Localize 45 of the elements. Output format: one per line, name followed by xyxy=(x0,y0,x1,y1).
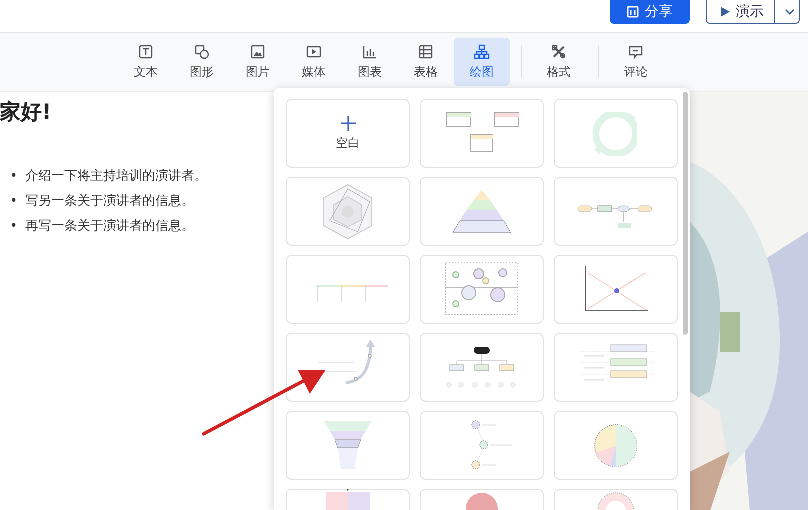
bullet-text: 写另一条关于演讲者的信息。 xyxy=(26,192,195,210)
template-card[interactable]: 空白 xyxy=(286,99,410,168)
text-icon xyxy=(138,44,154,60)
bullet-mark: • xyxy=(10,168,18,186)
toolbar-tab[interactable]: 图形 xyxy=(174,38,230,86)
template-card[interactable] xyxy=(286,333,410,402)
bullet-mark: • xyxy=(10,192,18,210)
cross-chart-drawing xyxy=(585,265,649,312)
bullet-text: 再写一条关于演讲者的信息。 xyxy=(26,218,195,236)
scrollbar[interactable] xyxy=(683,92,688,335)
toolbar-tab[interactable]: 格式 xyxy=(531,38,587,86)
slide-heading: 家好! xyxy=(0,99,52,126)
funnel-drawing xyxy=(323,420,373,470)
toolbar-tab[interactable]: 图表 xyxy=(342,38,398,86)
bar-diagram-drawing xyxy=(325,489,371,510)
template-card[interactable] xyxy=(420,99,544,168)
plus-icon xyxy=(340,116,356,130)
radar-chart-drawing xyxy=(323,184,373,240)
caret-icon[interactable] xyxy=(785,8,795,14)
comment-icon xyxy=(628,44,644,60)
play-icon xyxy=(721,6,730,16)
share-button[interactable]: 分享 xyxy=(610,0,690,24)
toolbar-tab[interactable]: 媒体 xyxy=(286,38,342,86)
org-chart-icon xyxy=(474,44,490,60)
tree-diagram-drawing xyxy=(445,346,517,389)
bar-chart-icon xyxy=(362,44,378,60)
curve-arrow-drawing xyxy=(317,339,376,384)
toolbar-tab[interactable]: 文本 xyxy=(118,38,174,86)
pyramid-drawing xyxy=(452,189,512,234)
pie-chart-drawing xyxy=(594,424,638,468)
toolbar-tab[interactable]: 绘图 xyxy=(454,38,510,86)
tools-icon xyxy=(551,44,567,60)
shapes-icon xyxy=(194,44,210,60)
steps-diagram-drawing xyxy=(471,420,513,470)
share-icon xyxy=(627,6,639,18)
toolbar-tab[interactable]: 表格 xyxy=(398,38,454,86)
toolbar-tab[interactable]: 图片 xyxy=(230,38,286,86)
present-button[interactable]: 演示 xyxy=(706,0,800,24)
table-icon xyxy=(418,44,434,60)
cycle-diagram-drawing xyxy=(593,112,637,156)
toolbar-tab[interactable]: 评论 xyxy=(608,38,664,86)
bullet-mark: • xyxy=(10,218,18,236)
bullet-text: 介绍一下将主持培训的演讲者。 xyxy=(26,168,208,186)
play-icon xyxy=(306,44,322,60)
image-icon xyxy=(250,44,266,60)
